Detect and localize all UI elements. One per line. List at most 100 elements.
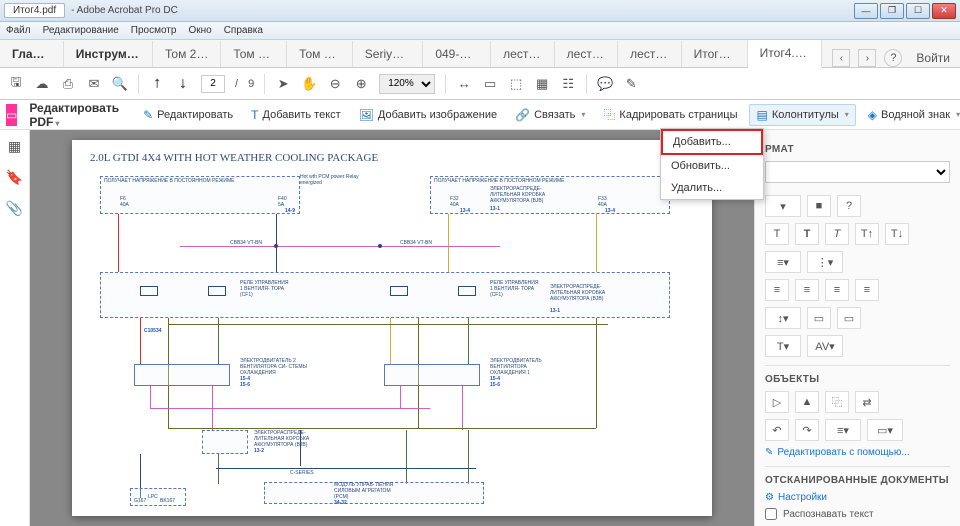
number-list-button[interactable]: ⋮▾ <box>807 251 843 273</box>
doc-tab-active[interactable]: Итог4.p...× <box>748 40 823 68</box>
replace-button[interactable]: ⇄ <box>855 391 879 413</box>
hand-icon[interactable]: ✋ <box>301 76 317 92</box>
menu-view[interactable]: Просмотр <box>131 25 177 36</box>
align-objects-select[interactable]: ≡▾ <box>825 419 861 441</box>
arrange-select[interactable]: ▭▾ <box>867 419 903 441</box>
doc-tab[interactable]: Том НВ... <box>287 41 353 67</box>
pointer-icon[interactable]: ➤ <box>275 76 291 92</box>
menu-window[interactable]: Окно <box>188 25 211 36</box>
doc-tab[interactable]: лестни... <box>618 41 681 67</box>
mail-icon[interactable]: ✉ <box>86 76 102 92</box>
tab-tools[interactable]: Инструменты <box>64 41 153 67</box>
relay-symbol <box>208 286 226 296</box>
zoom-select[interactable]: 120% <box>379 74 435 94</box>
align-center-button[interactable]: ≡ <box>795 279 819 301</box>
menu-edit[interactable]: Редактирование <box>43 25 119 36</box>
spacing-before-select[interactable]: T▾ <box>765 335 801 357</box>
comment-icon[interactable]: 💬 <box>597 76 613 92</box>
align-justify-button[interactable]: ≡ <box>855 279 879 301</box>
window-maximize-button[interactable]: ☐ <box>906 3 930 19</box>
document-viewport[interactable]: 2.0L GTDI 4X4 WITH HOT WEATHER COOLING P… <box>30 130 754 526</box>
dropdown-update[interactable]: Обновить... <box>661 155 763 177</box>
dropdown-delete[interactable]: Удалить... <box>661 177 763 199</box>
search-icon[interactable]: 🔍 <box>112 76 128 92</box>
text-italic-button[interactable]: T <box>825 223 849 245</box>
recognize-checkbox[interactable] <box>765 508 777 520</box>
menu-file[interactable]: Файл <box>6 25 31 36</box>
doc-tab[interactable]: лестни... <box>491 41 554 67</box>
edit-with-link[interactable]: ✎Редактировать с помощью... <box>765 447 950 458</box>
line-spacing-select[interactable]: ↕▾ <box>765 307 801 329</box>
tool-link[interactable]: 🔗Связать <box>509 105 591 125</box>
tab-next-button[interactable]: › <box>858 49 876 67</box>
recognize-check[interactable]: Распознавать текст <box>765 508 950 520</box>
view-mode3-icon[interactable]: ☷ <box>560 76 576 92</box>
tool-add-image[interactable]: 🖼Добавить изображение <box>353 105 503 125</box>
font-color-button[interactable]: ■ <box>807 195 831 217</box>
bullet-list-button[interactable]: ≡▾ <box>765 251 801 273</box>
zoom-in-icon[interactable]: ⊕ <box>353 76 369 92</box>
doc-tab[interactable]: Seriya_5... <box>353 41 424 67</box>
outdent-button[interactable]: ▭ <box>837 307 861 329</box>
menu-help[interactable]: Справка <box>224 25 263 36</box>
wire-pink <box>150 408 430 409</box>
zoom-out-icon[interactable]: ⊖ <box>327 76 343 92</box>
doc-tab-label: Итог4.p... <box>760 46 812 60</box>
text-sub-button[interactable]: T↓ <box>885 223 909 245</box>
settings-link[interactable]: ⚙Настройки <box>765 492 950 503</box>
help-icon[interactable]: ? <box>837 195 861 217</box>
tab-prev-button[interactable]: ‹ <box>832 49 850 67</box>
help-icon[interactable]: ? <box>884 49 902 67</box>
page-down-icon[interactable]: ⭣ <box>175 76 191 92</box>
align-left-button[interactable]: ≡ <box>765 279 789 301</box>
edit-pdf-label[interactable]: Редактировать PDF <box>29 101 119 129</box>
rotate-ccw-button[interactable]: ↶ <box>765 419 789 441</box>
page-number-input[interactable] <box>201 75 225 93</box>
bookmarks-icon[interactable]: 🔖 <box>6 169 23 186</box>
tool-crop[interactable]: ⿻Кадрировать страницы <box>597 103 743 126</box>
doc-tab[interactable]: Том 2.2.... <box>153 41 221 67</box>
text-regular-button[interactable]: T <box>765 223 789 245</box>
fit-width-icon[interactable]: ↔ <box>456 76 472 92</box>
save-icon[interactable]: 🖫 <box>8 76 24 92</box>
tab-home[interactable]: Главная <box>0 41 64 67</box>
doc-tab[interactable]: Том НВ... <box>221 41 287 67</box>
font-size-select[interactable]: ▾ <box>765 195 801 217</box>
spacing-after-select[interactable]: AV▾ <box>807 335 843 357</box>
dropdown-add[interactable]: Добавить... <box>661 129 763 155</box>
tool-add-text[interactable]: TДобавить текст <box>245 105 347 125</box>
doc-tab[interactable]: лестни... <box>555 41 618 67</box>
indent-button[interactable]: ▭ <box>807 307 831 329</box>
titlebar-doc-tab[interactable]: Итог4.pdf <box>4 3 65 18</box>
crop-button[interactable]: ⿻ <box>825 391 849 413</box>
flip-h-button[interactable]: ▷ <box>765 391 789 413</box>
tool-edit[interactable]: ✎Редактировать <box>137 105 239 125</box>
text-super-button[interactable]: T↑ <box>855 223 879 245</box>
doc-tab[interactable]: 049-Р-Х... <box>423 41 491 67</box>
align-right-button[interactable]: ≡ <box>825 279 849 301</box>
doc-tab[interactable]: Итог3.p... <box>682 41 748 67</box>
view-mode2-icon[interactable]: ▦ <box>534 76 550 92</box>
close-icon[interactable]: × <box>815 46 822 60</box>
attachments-icon[interactable]: 📎 <box>6 200 23 217</box>
login-link[interactable]: Войти <box>916 51 950 65</box>
text-bold-button[interactable]: T <box>795 223 819 245</box>
rotate-cw-button[interactable]: ↷ <box>795 419 819 441</box>
window-restore-button[interactable]: ❐ <box>880 3 904 19</box>
thumbnails-icon[interactable]: ▦ <box>8 138 21 155</box>
flip-v-button[interactable]: ▲ <box>795 391 819 413</box>
window-close-button[interactable]: ✕ <box>932 3 956 19</box>
font-select[interactable] <box>765 161 950 183</box>
print-icon[interactable]: ⎙ <box>60 76 76 92</box>
tool-watermark[interactable]: ◈Водяной знак <box>862 105 960 125</box>
view-mode-icon[interactable]: ⬚ <box>508 76 524 92</box>
sign-icon[interactable]: ✎ <box>623 76 639 92</box>
fit-page-icon[interactable]: ▭ <box>482 76 498 92</box>
window-titlebar: Итог4.pdf - Adobe Acrobat Pro DC — ❐ ☐ ✕ <box>0 0 960 22</box>
window-minimize-button[interactable]: — <box>854 3 878 19</box>
sch-relay-label: РЕЛЕ УПРАВЛЕНИЯ 1 ВЕНТИЛЯ- ТОРА (CF1) <box>240 280 290 298</box>
cloud-icon[interactable]: ☁ <box>34 76 50 92</box>
rp-scanned-title: ОТСКАНИРОВАННЫЕ ДОКУМЕНТЫ <box>765 475 950 486</box>
tool-headers[interactable]: ▤Колонтитулы <box>749 104 855 126</box>
page-up-icon[interactable]: ⭡ <box>149 76 165 92</box>
